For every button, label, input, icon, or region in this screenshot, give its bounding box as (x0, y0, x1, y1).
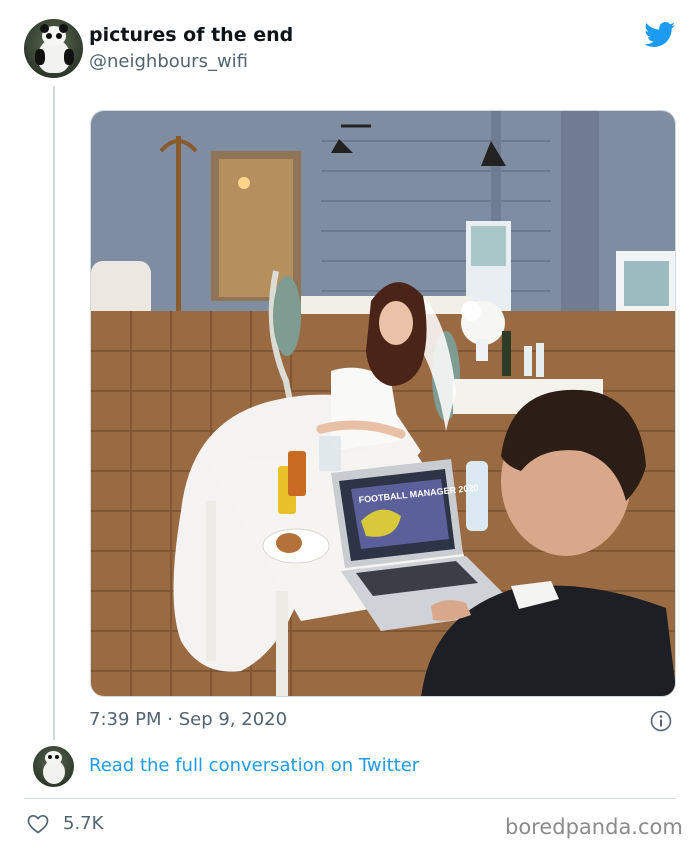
author-avatar[interactable] (24, 19, 83, 78)
tweet-card: pictures of the end @neighbours_wifi FOO… (0, 0, 700, 851)
author-handle[interactable]: @neighbours_wifi (89, 51, 248, 72)
tweet-photo[interactable]: FOOTBALL MANAGER 2020 (90, 110, 676, 697)
author-display-name[interactable]: pictures of the end (89, 24, 293, 46)
twitter-bird-icon[interactable] (644, 22, 676, 48)
thread-connector-line (53, 86, 55, 740)
divider (24, 798, 676, 799)
heart-icon[interactable] (27, 814, 49, 834)
like-count: 5.7K (63, 813, 104, 834)
read-full-conversation-link[interactable]: Read the full conversation on Twitter (89, 755, 419, 776)
reply-avatar (33, 746, 74, 787)
source-watermark: boredpanda.com (505, 815, 683, 839)
info-icon[interactable] (650, 710, 672, 732)
tweet-timestamp[interactable]: 7:39 PM · Sep 9, 2020 (89, 709, 287, 730)
